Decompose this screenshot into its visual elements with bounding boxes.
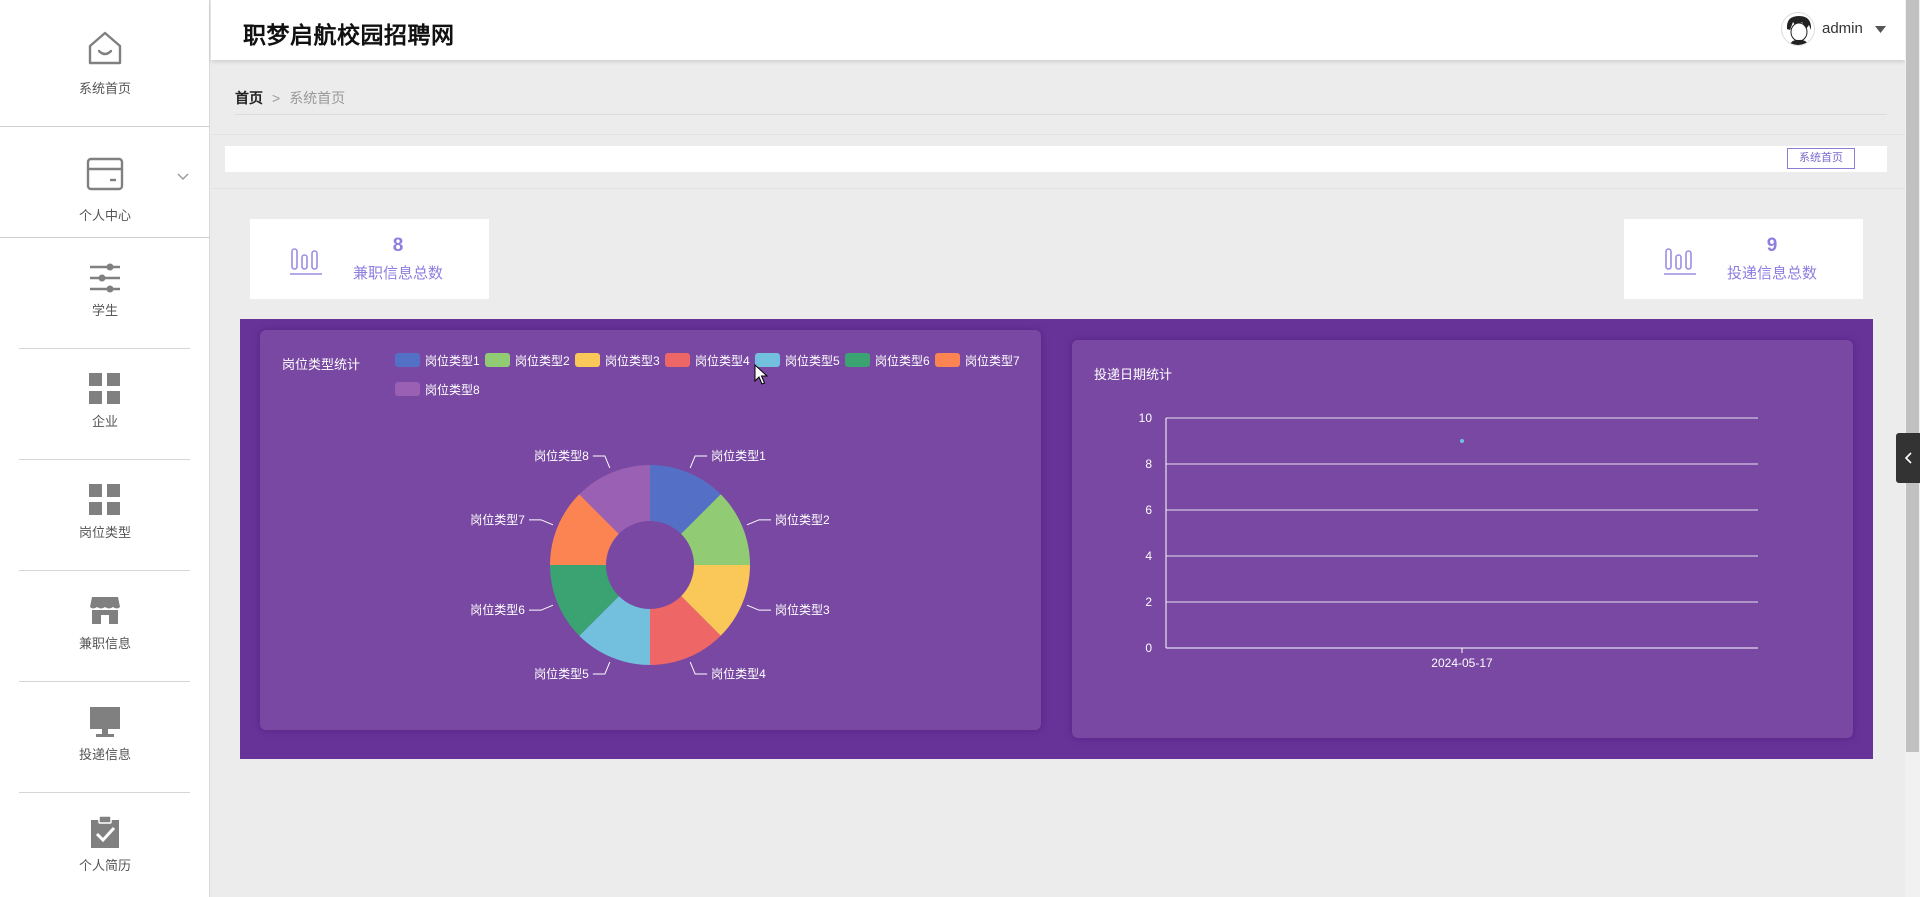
stat-card-applications-total: 9 投递信息总数: [1624, 219, 1863, 299]
tab-home[interactable]: 系统首页: [1787, 148, 1855, 169]
monitor-icon: [90, 707, 120, 737]
breadcrumb: 首页 > 系统首页: [235, 88, 345, 108]
label-leader-line: [746, 604, 772, 611]
stat-label: 兼职信息总数: [352, 265, 443, 282]
sidebar-item-label: 系统首页: [78, 81, 131, 96]
pie-slice-label: 岗位类型2: [775, 512, 830, 527]
pie-slice-label: 岗位类型5: [534, 666, 589, 681]
sidebar-item-applications[interactable]: 投递信息: [0, 682, 210, 792]
sidebar-item-part-time[interactable]: 兼职信息: [0, 571, 210, 681]
label-leader-line: [746, 519, 772, 526]
pie-chart: 岗位类型1 岗位类型2 岗位类型3 岗位类型4 岗位类型5 岗位类型6 岗位类型7 岗位类型8: [470, 448, 830, 681]
label-leader-line: [528, 604, 554, 611]
site-title: 职梦启航校园招聘网: [243, 22, 455, 48]
y-tick-label: 10: [1139, 411, 1153, 425]
breadcrumb-home[interactable]: 首页: [235, 90, 263, 106]
chevron-down-icon[interactable]: [177, 173, 189, 181]
stat-value: 8: [392, 235, 404, 256]
label-leader-line: [592, 455, 611, 469]
sidebar-item-label: 企业: [91, 414, 118, 429]
y-tick-label: 0: [1145, 641, 1152, 655]
avatar[interactable]: [1781, 12, 1815, 46]
wallet-icon: [86, 157, 124, 191]
sliders-icon: [90, 263, 120, 293]
sidebar-item-label: 兼职信息: [78, 636, 131, 651]
chevron-left-icon: [1904, 452, 1912, 464]
pie-slice-label: 岗位类型7: [470, 512, 525, 527]
breadcrumb-separator: >: [272, 90, 281, 106]
sidebar-item-personal-center[interactable]: 个人中心: [0, 127, 210, 237]
label-leader-line: [689, 661, 708, 675]
grid-icon: [89, 484, 120, 515]
stat-label: 投递信息总数: [1726, 265, 1817, 282]
stat-value: 9: [1766, 235, 1778, 256]
date-chart: 0 2 4 6 8 10 2024-05-17: [1139, 411, 1758, 670]
y-tick-label: 6: [1145, 503, 1152, 517]
grid-icon: [89, 373, 120, 404]
label-leader-line: [592, 661, 611, 675]
y-tick-label: 2: [1145, 595, 1152, 609]
scrollbar-thumb[interactable]: [1906, 0, 1919, 752]
label-leader-line: [689, 455, 708, 469]
data-point[interactable]: [1460, 439, 1464, 443]
y-tick-label: 8: [1145, 457, 1152, 471]
tab-bar: 系统首页: [225, 146, 1887, 172]
y-tick-label: 4: [1145, 549, 1152, 563]
top-header: 职梦启航校园招聘网 admin: [211, 0, 1905, 60]
bar-chart-icon: [1664, 248, 1696, 275]
breadcrumb-current: 系统首页: [289, 90, 346, 106]
x-tick-label: 2024-05-17: [1431, 656, 1493, 670]
divider: [211, 188, 1905, 189]
pie-slice-label: 岗位类型1: [711, 448, 766, 463]
sidebar-item-label: 岗位类型: [78, 525, 131, 540]
username[interactable]: admin: [1822, 20, 1863, 37]
sidebar-item-job-types[interactable]: 岗位类型: [0, 460, 210, 570]
caret-down-icon[interactable]: [1875, 26, 1886, 33]
home-icon: [88, 31, 122, 65]
pie-slice-label: 岗位类型6: [470, 602, 525, 617]
clipboard-check-icon: [91, 815, 119, 848]
avatar-image: [1786, 16, 1812, 45]
mouse-cursor-icon: [754, 364, 768, 385]
divider: [211, 134, 1905, 135]
sidebar: 系统首页 个人中心 学生 企业 岗位类型 兼职信息 投递信息 个人简历: [0, 0, 210, 897]
sidebar-item-label: 个人中心: [78, 208, 131, 223]
divider: [235, 114, 1887, 115]
sidebar-item-label: 投递信息: [78, 747, 131, 762]
bar-chart-icon: [290, 248, 322, 275]
sidebar-item-students[interactable]: 学生: [0, 238, 210, 348]
store-icon: [90, 597, 120, 624]
pie-slice-label: 岗位类型8: [534, 448, 589, 463]
sidebar-item-label: 个人简历: [78, 858, 131, 873]
pie-slice-label: 岗位类型4: [711, 666, 766, 681]
stat-card-part-time-total: 8 兼职信息总数: [250, 219, 489, 299]
label-leader-line: [528, 519, 554, 526]
panel-toggle-button[interactable]: [1896, 433, 1920, 483]
sidebar-item-home[interactable]: 系统首页: [0, 0, 210, 126]
sidebar-item-companies[interactable]: 企业: [0, 349, 210, 459]
sidebar-item-label: 学生: [91, 303, 118, 318]
sidebar-item-resume[interactable]: 个人简历: [0, 793, 210, 897]
pie-slice-label: 岗位类型3: [775, 602, 830, 617]
